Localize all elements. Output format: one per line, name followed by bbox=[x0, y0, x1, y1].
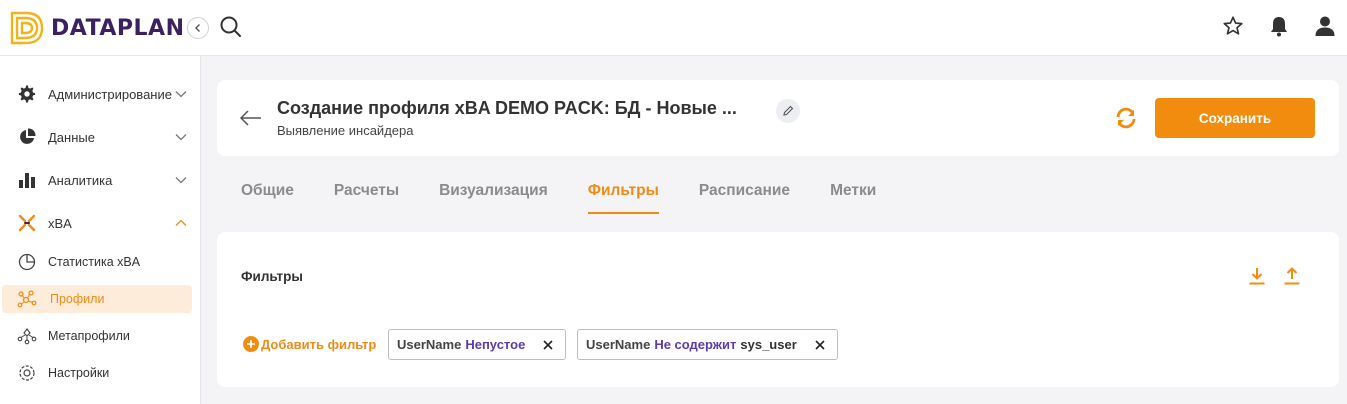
user-menu-button[interactable] bbox=[1313, 14, 1337, 38]
favorites-button[interactable] bbox=[1221, 14, 1245, 38]
filter-operator: Непустое bbox=[465, 337, 526, 352]
star-icon bbox=[1223, 16, 1243, 35]
top-bar: DATAPLAN bbox=[0, 0, 1347, 56]
chevron-left-icon bbox=[195, 24, 200, 32]
filter-operator: Не содержит bbox=[654, 337, 737, 352]
sidebar-subitem-settings[interactable]: Настройки bbox=[0, 359, 192, 387]
sidebar-item-label: Профили bbox=[50, 292, 105, 306]
filter-field: UserName bbox=[397, 337, 462, 352]
filter-value: sys_user bbox=[740, 337, 797, 352]
page-title: Создание профиля xBA DEMO PACK: БД - Нов… bbox=[277, 98, 737, 118]
sidebar-subitem-metaprofiles[interactable]: Метапрофили bbox=[0, 322, 192, 350]
brand-name: DATAPLAN bbox=[51, 15, 185, 41]
close-icon bbox=[815, 339, 825, 350]
sidebar-item-label: Метапрофили bbox=[48, 329, 130, 343]
upload-filters-button[interactable] bbox=[1282, 266, 1302, 286]
sidebar-item-administration[interactable]: Администрирование bbox=[0, 76, 200, 112]
sidebar-item-label: Статистика xBA bbox=[48, 255, 141, 269]
download-filters-button[interactable] bbox=[1247, 266, 1267, 286]
refresh-button[interactable] bbox=[1114, 106, 1138, 130]
metaprofiles-icon bbox=[17, 326, 37, 346]
tab-calculations[interactable]: Расчеты bbox=[334, 174, 399, 214]
sidebar-item-analytics[interactable]: Аналитика bbox=[0, 162, 200, 198]
sidebar-item-data[interactable]: Данные bbox=[0, 119, 200, 155]
tab-tags[interactable]: Метки bbox=[830, 174, 876, 214]
search-button[interactable] bbox=[219, 15, 243, 39]
sidebar-item-label: Аналитика bbox=[48, 172, 113, 188]
profiles-icon bbox=[17, 289, 37, 309]
settings-icon bbox=[17, 363, 37, 383]
tab-visualization[interactable]: Визуализация bbox=[439, 174, 548, 214]
pie-outline-icon bbox=[17, 252, 37, 272]
filter-field: UserName bbox=[586, 337, 651, 352]
bar-chart-icon bbox=[17, 170, 37, 190]
sidebar-item-xba[interactable]: xBA bbox=[0, 205, 200, 241]
user-icon bbox=[1315, 16, 1335, 36]
chevron-down-icon bbox=[175, 91, 187, 98]
filter-chip[interactable]: UserName Непустое bbox=[388, 329, 567, 360]
profile-header-card: Создание профиля xBA DEMO PACK: БД - Нов… bbox=[217, 80, 1339, 156]
profile-tabs: Общие Расчеты Визуализация Фильтры Распи… bbox=[241, 174, 916, 214]
sidebar-item-label: Данные bbox=[48, 129, 95, 145]
logo[interactable]: DATAPLAN bbox=[9, 10, 185, 46]
tab-filters[interactable]: Фильтры bbox=[587, 174, 659, 214]
xba-icon bbox=[17, 213, 37, 233]
sidebar-subitem-xba-stats[interactable]: Статистика xBA bbox=[0, 248, 192, 276]
gear-icon bbox=[17, 84, 37, 104]
page-subtitle: Выявление инсайдера bbox=[277, 123, 414, 138]
collapse-sidebar-button[interactable] bbox=[187, 17, 209, 39]
close-icon bbox=[543, 339, 553, 350]
sidebar-subitem-profiles[interactable]: Профили bbox=[2, 285, 192, 313]
save-button[interactable]: Сохранить bbox=[1155, 98, 1315, 138]
upload-icon bbox=[1284, 267, 1300, 285]
search-icon bbox=[220, 16, 241, 37]
chevron-down-icon bbox=[175, 177, 187, 184]
back-button[interactable] bbox=[239, 108, 263, 128]
tab-general[interactable]: Общие bbox=[241, 174, 294, 214]
chevron-up-icon bbox=[175, 219, 187, 226]
filters-card: Фильтры Добавить фильтр UserName Непусто… bbox=[217, 232, 1339, 387]
remove-filter-button[interactable] bbox=[813, 338, 827, 352]
pencil-icon bbox=[783, 105, 794, 116]
notifications-button[interactable] bbox=[1267, 14, 1291, 38]
dataplan-logo-icon bbox=[10, 11, 44, 45]
pie-chart-icon bbox=[17, 127, 37, 147]
remove-filter-button[interactable] bbox=[541, 338, 555, 352]
filters-title: Фильтры bbox=[241, 269, 303, 284]
arrow-left-icon bbox=[239, 110, 261, 126]
refresh-icon bbox=[1116, 107, 1136, 129]
add-filter-label: Добавить фильтр bbox=[261, 336, 377, 352]
sidebar-item-label: Настройки bbox=[48, 366, 110, 380]
edit-title-button[interactable] bbox=[776, 99, 800, 123]
add-filter-button[interactable]: Добавить фильтр bbox=[243, 336, 376, 352]
filter-chip[interactable]: UserName Не содержит sys_user bbox=[577, 329, 838, 360]
download-icon bbox=[1249, 268, 1265, 285]
tab-schedule[interactable]: Расписание bbox=[699, 174, 790, 214]
sidebar-item-label: xBA bbox=[48, 215, 72, 231]
sidebar: Администрирование Данные Аналитика xBA С… bbox=[0, 56, 201, 404]
chevron-down-icon bbox=[175, 134, 187, 141]
sidebar-item-label: Администрирование bbox=[48, 86, 172, 102]
bell-icon bbox=[1271, 17, 1287, 37]
plus-circle-icon bbox=[243, 336, 259, 352]
